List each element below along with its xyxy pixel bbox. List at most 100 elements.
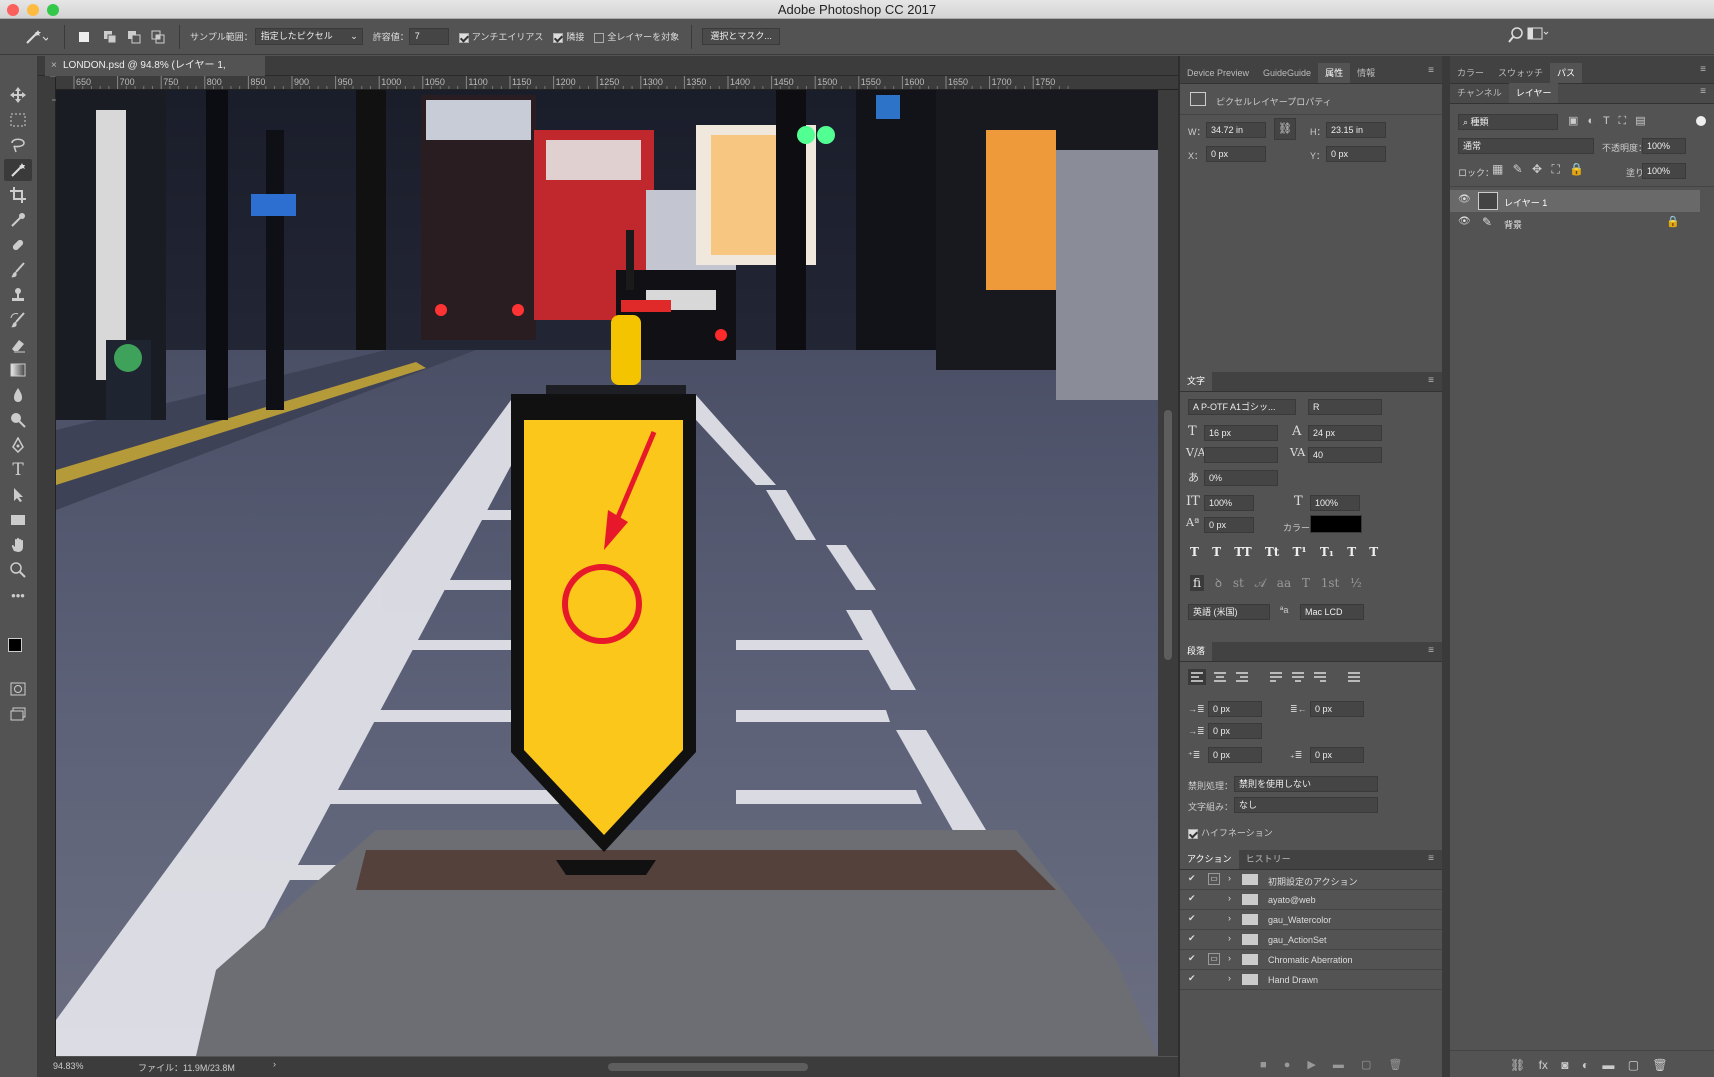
layer-row[interactable]: 👁 ✎ 背景 🔒 [1450,212,1700,234]
close-window-button[interactable] [7,4,19,16]
intersect-selection-icon[interactable] [149,28,167,46]
more-tools-icon[interactable]: ••• [4,584,32,606]
horizontal-scale-input[interactable]: 100% [1310,495,1360,511]
action-set-item[interactable]: ✔ › gau_ActionSet [1180,930,1442,950]
marquee-tool-icon[interactable] [4,109,32,131]
paragraph-menu-icon[interactable]: ≡ [1428,645,1434,656]
tab-channels[interactable]: チャンネル [1450,83,1509,103]
zoom-window-button[interactable] [47,4,59,16]
search-icon[interactable] [1508,27,1524,45]
layer-name[interactable]: 背景 [1504,218,1522,231]
tab-actions[interactable]: アクション [1180,849,1239,869]
layer-filter-select[interactable]: ⌕ 種類 [1458,114,1558,130]
vertical-scale-input[interactable]: 100% [1204,495,1254,511]
language-select[interactable]: 英語 (米国) [1188,604,1270,620]
width-input[interactable]: 34.72 in [1206,122,1266,138]
filter-toggle-icon[interactable] [1696,116,1706,126]
x-input[interactable]: 0 px [1206,146,1266,162]
eraser-tool-icon[interactable] [4,334,32,356]
tab-device-preview[interactable]: Device Preview [1180,63,1256,83]
text-color-swatch[interactable] [1310,515,1362,533]
new-selection-icon[interactable] [75,28,93,46]
tolerance-input[interactable]: 7 [408,28,449,45]
magic-wand-tool-preset-icon[interactable] [18,28,54,46]
tsume-input[interactable]: 0% [1204,470,1278,486]
layers-menu-icon[interactable]: ≡ [1700,86,1706,97]
brush-tool-icon[interactable] [4,259,32,281]
antialias-select[interactable]: Mac LCD [1300,604,1364,620]
opacity-input[interactable]: 100% [1642,138,1686,154]
rectangle-tool-icon[interactable] [4,509,32,531]
type-tool-icon[interactable]: T [4,459,32,481]
all-layers-checkbox[interactable]: 全レイヤーを対象 [594,30,679,43]
leading-input[interactable]: 24 px [1308,425,1382,441]
indent-left-input[interactable]: 0 px [1208,701,1262,717]
layers-footer-buttons[interactable]: ⛓ fx ◙ ◐ ▬ ▢ 🗑 [1510,1058,1668,1072]
layer-filter-icons[interactable]: ▣ ◐ T ⛶ ▤ [1568,114,1646,128]
hyphenation-checkbox[interactable]: ハイフネーション [1188,826,1273,839]
blend-mode-select[interactable]: 通常 [1458,138,1594,154]
lock-icons[interactable]: ▦ ✎ ✥ ⛶ 🔒 [1492,162,1584,177]
select-and-mask-button[interactable]: 選択とマスク... [702,28,781,45]
visibility-eye-icon[interactable]: 👁 [1458,216,1471,227]
document-tab[interactable]: × LONDON.psd @ 94.8% (レイヤー 1, RGB/8#) * [45,56,265,91]
text-style-buttons[interactable]: T T TT Tt T¹ T₁ T T [1190,545,1378,559]
clone-stamp-tool-icon[interactable] [4,284,32,306]
kerning-input[interactable] [1204,447,1278,463]
action-set-item[interactable]: ✔ › gau_Watercolor [1180,910,1442,930]
status-chevron-icon[interactable]: › [273,1059,276,1069]
magic-wand-tool-icon[interactable] [4,159,32,181]
actions-menu-icon[interactable]: ≡ [1428,853,1434,864]
tracking-input[interactable]: 40 [1308,447,1382,463]
workspace-icon[interactable] [1527,27,1549,43]
tab-history[interactable]: ヒストリー [1239,849,1298,869]
tab-properties[interactable]: 属性 [1318,63,1351,83]
layer-name[interactable]: レイヤー 1 [1504,196,1547,209]
zoom-tool-icon[interactable] [4,559,32,581]
first-line-indent-input[interactable]: 0 px [1208,723,1262,739]
alignment-buttons[interactable] [1188,669,1378,685]
sample-size-select[interactable]: 指定したピクセル ⌄ [254,28,363,45]
fill-input[interactable]: 100% [1642,163,1686,179]
horizontal-scroll-thumb[interactable] [608,1063,808,1071]
color-swatches[interactable] [4,634,34,664]
vertical-scroll-thumb[interactable] [1164,410,1172,660]
space-after-input[interactable]: 0 px [1310,747,1364,763]
history-brush-tool-icon[interactable] [4,309,32,331]
space-before-input[interactable]: 0 px [1208,747,1262,763]
foreground-color-swatch[interactable] [8,638,22,652]
healing-brush-tool-icon[interactable] [4,234,32,256]
action-set-item[interactable]: ✔ ▭ › 初期設定のアクション [1180,870,1442,890]
font-style-select[interactable]: R [1308,399,1382,415]
zoom-level[interactable]: 94.83% [53,1061,84,1071]
visibility-eye-icon[interactable]: 👁 [1458,194,1471,205]
layer-row-selected[interactable]: 👁 レイヤー 1 [1450,190,1700,212]
link-dimensions-icon[interactable]: ⛓ [1274,118,1296,140]
mojikumi-select[interactable]: なし [1234,797,1378,813]
tab-info[interactable]: 情報 [1350,63,1382,83]
indent-right-input[interactable]: 0 px [1310,701,1364,717]
quick-mask-icon[interactable] [4,678,32,700]
action-set-item[interactable]: ✔ › Hand Drawn [1180,970,1442,990]
tab-guideguide[interactable]: GuideGuide [1256,63,1318,83]
panel-menu-icon[interactable]: ≡ [1428,65,1434,76]
dodge-tool-icon[interactable] [4,409,32,431]
actions-footer-buttons[interactable]: ■ ● ▶ ▬ ▢ 🗑 [1260,1058,1402,1071]
gradient-tool-icon[interactable] [4,359,32,381]
minimize-window-button[interactable] [27,4,39,16]
pen-tool-icon[interactable] [4,434,32,456]
vertical-scrollbar[interactable] [1158,90,1178,1056]
color-panel-menu-icon[interactable]: ≡ [1700,64,1706,75]
tab-swatches[interactable]: スウォッチ [1491,63,1550,83]
screen-mode-icon[interactable] [4,703,32,725]
document-canvas[interactable] [56,90,1158,1056]
hand-tool-icon[interactable] [4,534,32,556]
baseline-shift-input[interactable]: 0 px [1204,517,1254,533]
path-selection-tool-icon[interactable] [4,484,32,506]
blur-tool-icon[interactable] [4,384,32,406]
antialias-checkbox[interactable]: アンチエイリアス [458,30,543,43]
eyedropper-tool-icon[interactable] [4,209,32,231]
subtract-selection-icon[interactable] [125,28,143,46]
tab-color[interactable]: カラー [1450,63,1491,83]
action-set-item[interactable]: ✔ › ayato@web [1180,890,1442,910]
